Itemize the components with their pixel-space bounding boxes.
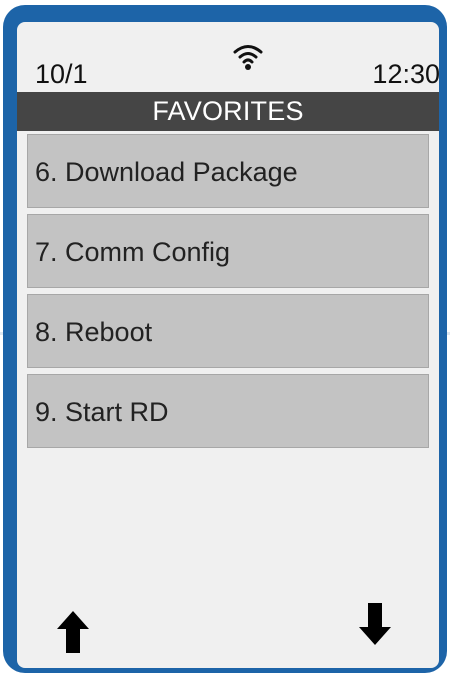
- menu-item-start-rd[interactable]: 9. Start RD: [27, 374, 429, 448]
- arrow-up-icon[interactable]: [54, 608, 92, 656]
- device-frame: 10/1 12:30 FAVORITES 6. Download Package…: [3, 5, 447, 673]
- device-screen: 10/1 12:30 FAVORITES 6. Download Package…: [17, 22, 439, 668]
- status-bar: 10/1 12:30: [32, 36, 439, 93]
- favorites-screen-page: 10/1 12:30 FAVORITES 6. Download Package…: [0, 0, 450, 677]
- status-date: 10/1: [35, 59, 88, 89]
- arrow-down-icon[interactable]: [356, 600, 394, 648]
- status-time: 12:30: [372, 59, 439, 89]
- menu-item-reboot[interactable]: 8. Reboot: [27, 294, 429, 368]
- screen-title: FAVORITES: [17, 92, 439, 131]
- menu-item-download-package[interactable]: 6. Download Package: [27, 134, 429, 208]
- wifi-icon: [233, 45, 263, 70]
- menu-item-comm-config[interactable]: 7. Comm Config: [27, 214, 429, 288]
